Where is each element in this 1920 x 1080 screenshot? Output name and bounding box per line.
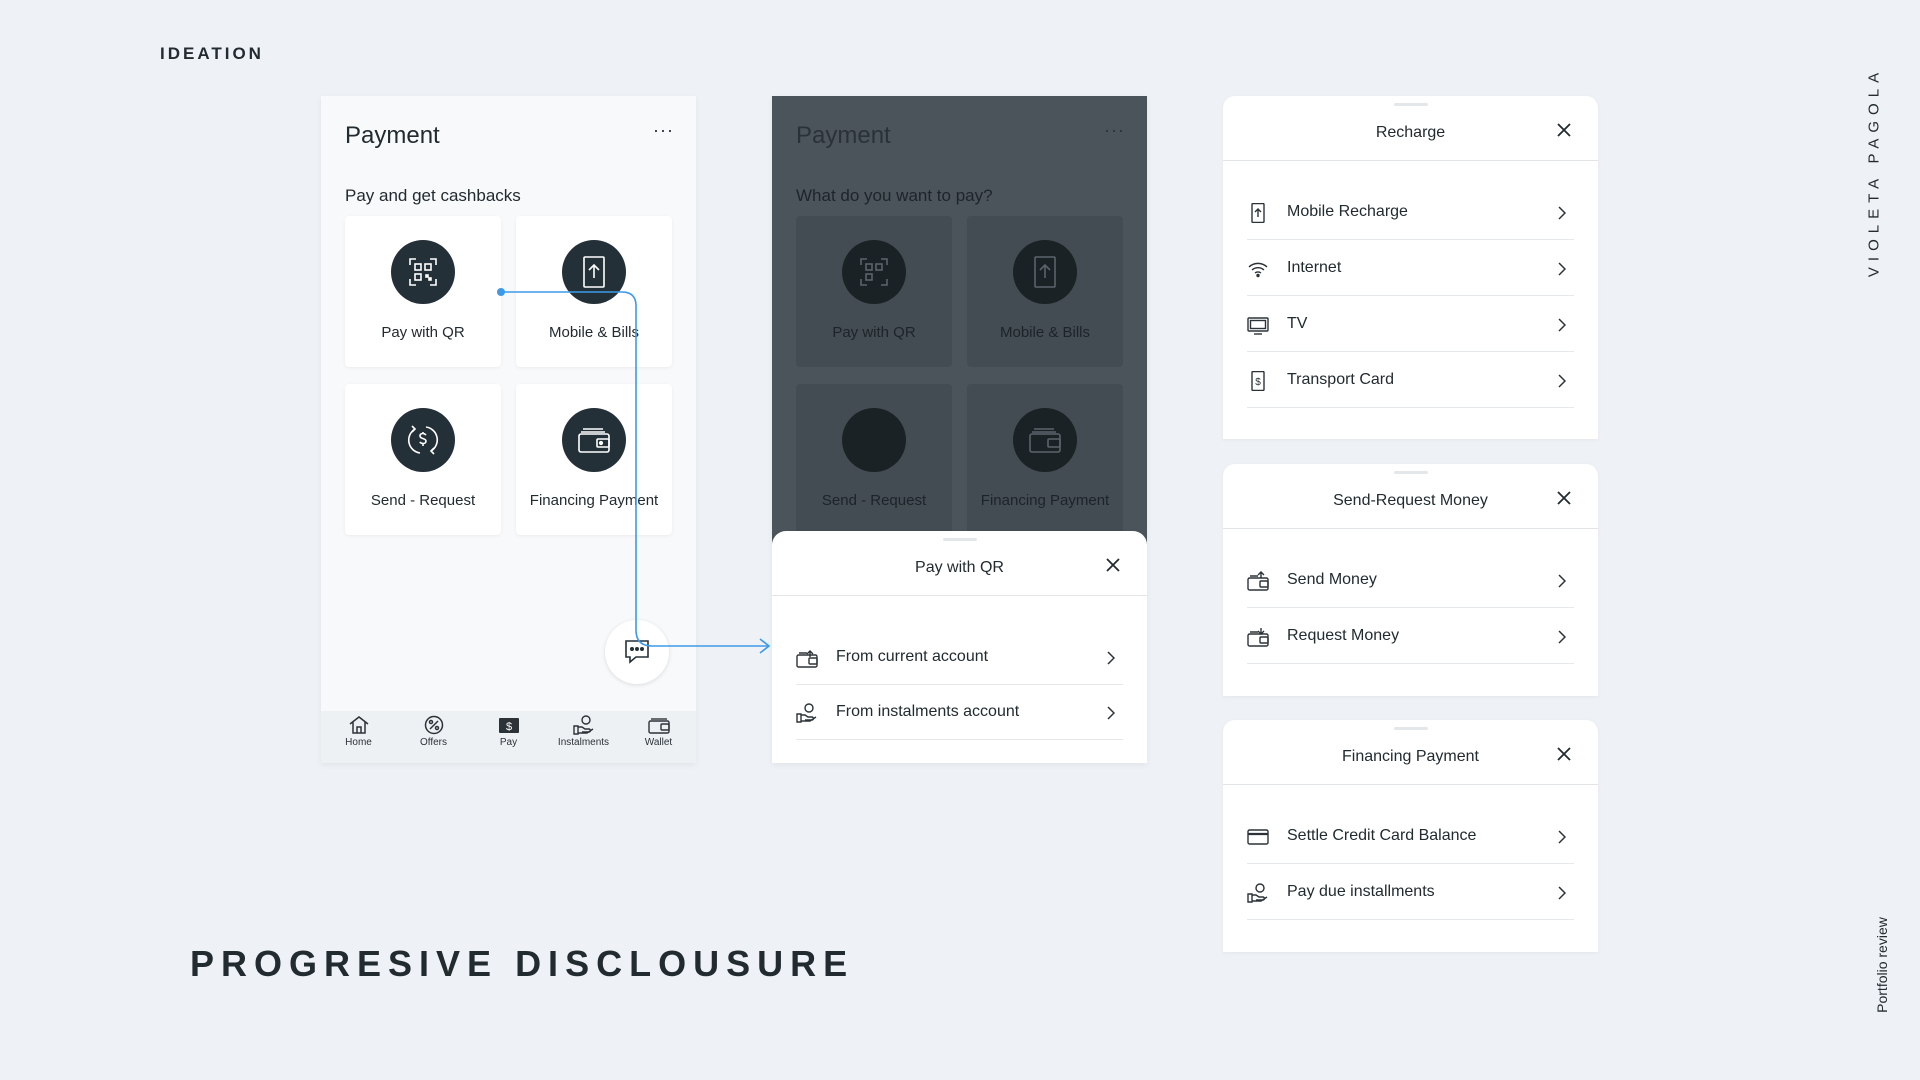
option-pay-due-installments[interactable]: Pay due installments: [1247, 864, 1574, 920]
mobile-upload-icon: [562, 240, 626, 304]
page-subtitle: Pay and get cashbacks: [345, 186, 521, 205]
page-title: Payment: [796, 122, 891, 149]
option-send-money[interactable]: Send Money: [1247, 552, 1574, 608]
option-tv[interactable]: TV: [1247, 296, 1574, 352]
chat-fab-button[interactable]: [605, 620, 669, 684]
option-from-instalments-account[interactable]: From instalments account: [796, 684, 1123, 740]
send-request-dollar-icon: [391, 408, 455, 472]
tile-label: Send - Request: [370, 492, 476, 509]
slide-title: PROGRESIVE DISCLOUSURE: [190, 943, 855, 984]
tile-pay-with-qr[interactable]: Pay with QR: [796, 216, 952, 367]
send-request-dollar-icon: [842, 408, 906, 472]
tile-label: Mobile & Bills: [999, 324, 1091, 341]
tile-label: Mobile & Bills: [548, 324, 640, 341]
option-mobile-recharge[interactable]: Mobile Recharge: [1247, 184, 1574, 240]
wifi-icon: [1248, 262, 1268, 278]
wallet-icon: [647, 718, 670, 734]
transport-card-icon: $: [1251, 371, 1265, 391]
connector-arrow-icon: [759, 638, 771, 654]
more-menu-button[interactable]: ···: [653, 120, 674, 141]
instalments-hand-icon: [1247, 883, 1268, 903]
chevron-right-icon: [1558, 630, 1566, 644]
wallet-icon: [1013, 408, 1077, 472]
tile-label: Pay with QR: [832, 324, 916, 341]
footer-label: Portfolio review: [1874, 917, 1890, 1013]
wallet-account-icon: [796, 650, 818, 668]
wallet-icon: [562, 408, 626, 472]
page-title: Payment: [345, 122, 440, 149]
instalments-hand-icon: [796, 703, 817, 723]
request-money-icon: [1247, 628, 1269, 647]
option-request-money[interactable]: Request Money: [1247, 608, 1574, 664]
tile-pay-with-qr[interactable]: Pay with QR: [345, 216, 501, 367]
option-transport-card[interactable]: $ Transport Card: [1247, 352, 1574, 408]
option-from-current-account[interactable]: From current account: [796, 629, 1123, 685]
chevron-right-icon: [1558, 830, 1566, 844]
option-internet[interactable]: Internet: [1247, 240, 1574, 296]
credit-card-icon: [1247, 829, 1269, 845]
chevron-right-icon: [1107, 706, 1115, 720]
close-icon[interactable]: [1105, 557, 1121, 573]
tab-wallet[interactable]: Wallet: [621, 711, 696, 763]
tile-send-request[interactable]: Send - Request: [796, 384, 952, 535]
payment-screen-with-sheet: Payment ··· What do you want to pay? Pay…: [772, 96, 1147, 763]
sheet-title: Recharge: [1375, 124, 1446, 141]
tile-send-request[interactable]: Send - Request: [345, 384, 501, 535]
chevron-right-icon: [1558, 318, 1566, 332]
svg-text:$: $: [505, 721, 511, 733]
pay-dollar-icon: $: [498, 718, 519, 733]
tab-home[interactable]: Home: [321, 711, 396, 763]
tab-pay[interactable]: $ Pay: [471, 711, 546, 763]
chevron-right-icon: [1107, 651, 1115, 665]
chevron-right-icon: [1558, 206, 1566, 220]
mobile-upload-icon: [1013, 240, 1077, 304]
percent-badge-icon: [424, 715, 443, 735]
chevron-right-icon: [1558, 374, 1566, 388]
tab-offers[interactable]: Offers: [396, 711, 471, 763]
chevron-right-icon: [1558, 262, 1566, 276]
mobile-upload-icon: [1251, 203, 1265, 223]
sheet-title: Financing Payment: [1342, 748, 1479, 765]
svg-text:$: $: [1255, 377, 1261, 388]
author-name: VIOLETA PAGOLA: [1865, 66, 1883, 278]
chat-icon: [625, 640, 649, 664]
payment-screen: Payment ··· Pay and get cashbacks Pay wi…: [321, 96, 696, 763]
instalments-hand-icon: [572, 715, 593, 735]
sheet-title: Pay with QR: [915, 559, 1004, 576]
home-icon: [349, 716, 368, 734]
recharge-sheet: Recharge Mobile Recharge Internet TV $ T…: [1223, 96, 1598, 439]
tile-financing-payment[interactable]: Financing Payment: [516, 384, 672, 535]
tile-mobile-bills[interactable]: Mobile & Bills: [967, 216, 1123, 367]
chevron-right-icon: [1558, 574, 1566, 588]
tile-label: Pay with QR: [381, 324, 465, 341]
section-label: IDEATION: [160, 44, 264, 63]
send-request-money-sheet: Send-Request Money Send Money Request Mo…: [1223, 464, 1598, 696]
option-settle-credit-card[interactable]: Settle Credit Card Balance: [1247, 808, 1574, 864]
sheet-title: Send-Request Money: [1333, 492, 1488, 509]
tile-financing-payment[interactable]: Financing Payment: [967, 384, 1123, 535]
qr-code-icon: [842, 240, 906, 304]
pay-with-qr-sheet: Pay with QR From current account From in…: [772, 531, 1147, 763]
page-subtitle: What do you want to pay?: [796, 186, 993, 205]
tile-label: Financing Payment: [529, 492, 659, 509]
tv-icon: [1247, 317, 1269, 335]
qr-code-icon: [391, 240, 455, 304]
tab-instalments[interactable]: Instalments: [546, 711, 621, 763]
chevron-right-icon: [1558, 886, 1566, 900]
bottom-tab-bar: Home Offers $ Pay Instalments Wallet: [321, 711, 696, 763]
close-icon[interactable]: [1556, 122, 1572, 138]
more-menu-button[interactable]: ···: [1104, 120, 1125, 141]
tile-label: Financing Payment: [980, 492, 1110, 509]
close-icon[interactable]: [1556, 746, 1572, 762]
close-icon[interactable]: [1556, 490, 1572, 506]
tile-mobile-bills[interactable]: Mobile & Bills: [516, 216, 672, 367]
financing-payment-sheet: Financing Payment Settle Credit Card Bal…: [1223, 720, 1598, 952]
send-money-icon: [1247, 571, 1269, 591]
tile-label: Send - Request: [821, 492, 927, 509]
